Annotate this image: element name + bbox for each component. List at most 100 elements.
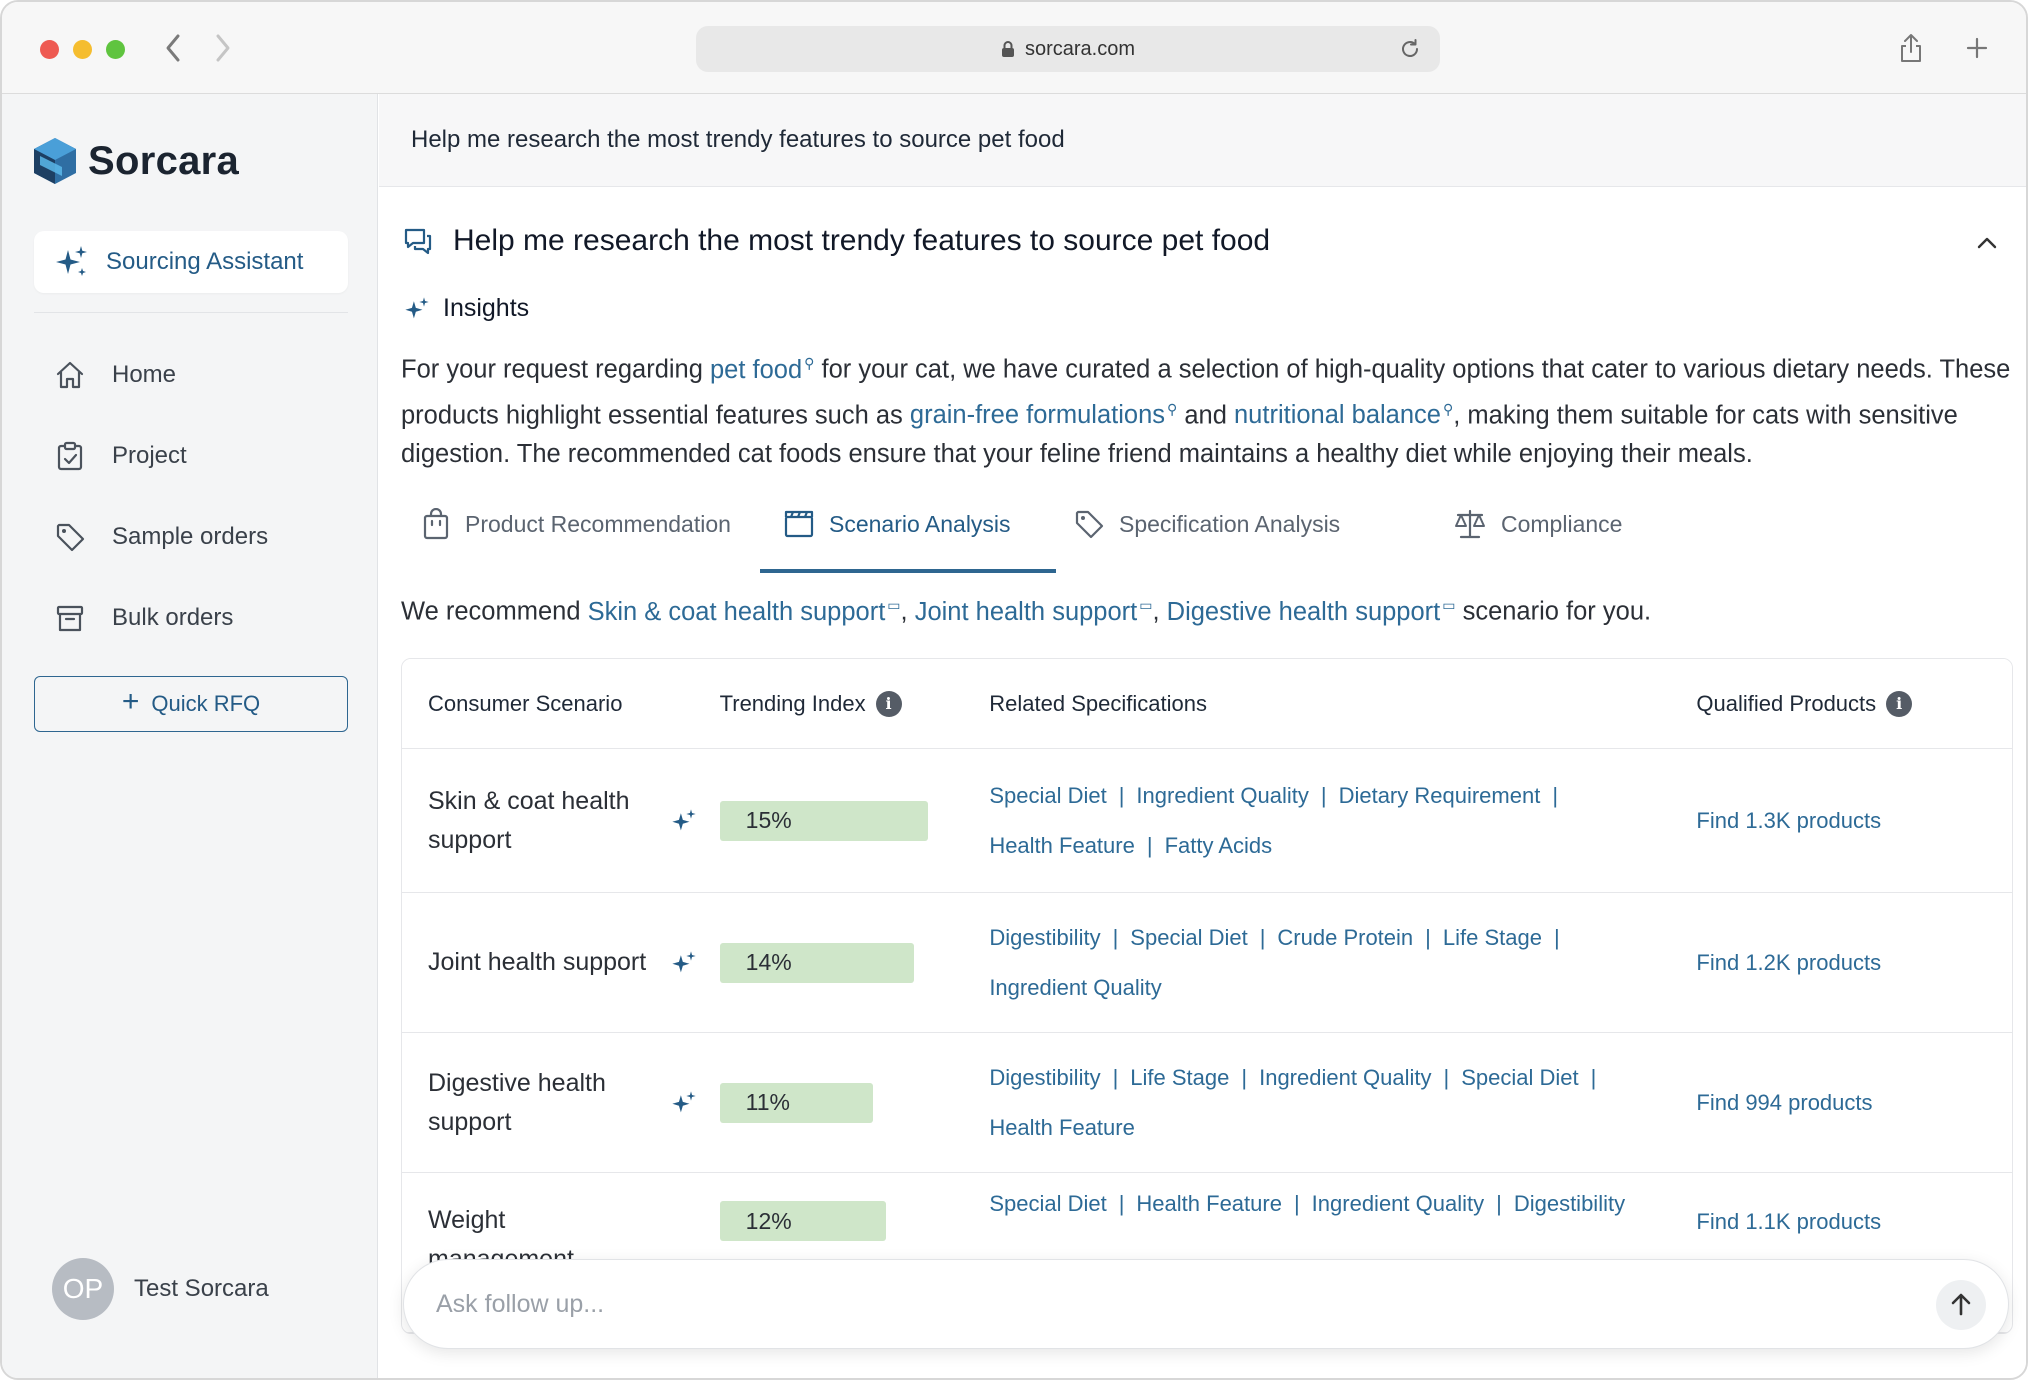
sidebar-item-bulk-orders[interactable]: Bulk orders [54, 577, 268, 658]
scenario-cell: Joint health support [402, 943, 720, 982]
send-button[interactable] [1936, 1280, 1986, 1330]
specifications-cell: Special Diet | Ingredient Quality | Dietary … [989, 771, 1696, 871]
scenario-link-digestive[interactable]: Digestive health support ▭ [1166, 597, 1456, 626]
find-products-link[interactable]: Find 1.3K products [1696, 808, 1881, 834]
table-row: Joint health support 14% Digestibility | Spe… [402, 893, 2012, 1033]
insight-paragraph: For your request regarding pet food ⚲ for… [401, 344, 2011, 474]
trending-cell: 11% [719, 1082, 990, 1123]
spec-link[interactable]: Health Feature [989, 833, 1135, 858]
sidebar-item-project[interactable]: Project [54, 415, 268, 496]
sidebar-item-label: Bulk orders [112, 603, 234, 631]
quick-rfq-button[interactable]: + Quick RFQ [34, 676, 348, 732]
spec-link[interactable]: Health Feature [1136, 1191, 1282, 1216]
calendar-small-icon: ▭ [1442, 597, 1456, 613]
address-bar[interactable]: sorcara.com [696, 26, 1440, 72]
insights-heading: Insights [403, 294, 529, 323]
keyword-link-pet-food[interactable]: pet food ⚲ [710, 355, 814, 384]
forward-icon[interactable] [212, 30, 234, 66]
back-icon[interactable] [162, 30, 184, 66]
insight-text-part: and [1177, 401, 1234, 429]
reload-icon[interactable] [1398, 37, 1422, 61]
tag-icon [1075, 510, 1104, 539]
info-icon[interactable]: i [875, 690, 902, 717]
header-consumer-scenario: Consumer Scenario [428, 690, 623, 716]
user-name: Test Sorcara [134, 1275, 269, 1302]
spec-link[interactable]: Digestibility [989, 925, 1100, 950]
sidebar-item-home[interactable]: Home [54, 334, 268, 415]
find-products-link[interactable]: Find 1.2K products [1696, 950, 1881, 976]
spec-link[interactable]: Ingredient Quality [1259, 1065, 1431, 1090]
spec-link[interactable]: Digestibility [989, 1065, 1100, 1090]
qualified-products-cell: Find 1.3K products [1696, 808, 2012, 834]
result-card-header: Help me research the most trendy feature… [403, 224, 1270, 258]
specifications-cell: Digestibility | Life Stage | Ingredient Qual… [989, 1053, 1696, 1153]
url-text: sorcara.com [1024, 37, 1136, 60]
arrow-up-icon [1951, 1293, 1971, 1316]
query-header: Help me research the most trendy feature… [379, 94, 2026, 187]
minimize-window-button[interactable] [73, 40, 92, 59]
spec-link[interactable]: Life Stage [1443, 925, 1542, 950]
spec-link[interactable]: Ingredient Quality [1312, 1191, 1484, 1216]
spec-link[interactable]: Life Stage [1130, 1065, 1229, 1090]
tab-product-recommendation[interactable]: Product Recommendation [421, 482, 731, 566]
trending-index-bar: 11% [719, 1082, 873, 1123]
keyword-link-nutritional-balance[interactable]: nutritional balance ⚲ [1234, 401, 1453, 430]
spec-line: Digestibility | Life Stage | Ingredient Qual… [989, 1053, 1696, 1103]
tab-scenario-analysis[interactable]: Scenario Analysis [783, 482, 1011, 566]
history-nav [162, 30, 234, 66]
maximize-window-button[interactable] [106, 40, 125, 59]
spec-link[interactable]: Crude Protein [1277, 925, 1413, 950]
spec-link[interactable]: Health Feature [989, 1115, 1135, 1140]
spec-separator: | [1241, 1064, 1248, 1090]
spec-link[interactable]: Special Diet [989, 1191, 1106, 1216]
scenario-link-joint[interactable]: Joint health support ▭ [915, 597, 1153, 626]
clipboard-check-icon [57, 441, 83, 470]
tab-specification-analysis[interactable]: Specification Analysis [1073, 482, 1340, 566]
spec-link[interactable]: Digestibility [1514, 1191, 1625, 1216]
brand[interactable]: Sorcara [32, 136, 239, 186]
chevron-up-icon[interactable] [1974, 230, 2000, 256]
keyword-label: grain-free formulations [909, 401, 1166, 429]
close-window-button[interactable] [40, 40, 59, 59]
keyword-link-grain-free[interactable]: grain-free formulations ⚲ [909, 400, 1178, 430]
new-tab-icon[interactable] [1964, 32, 1990, 64]
spec-separator: | [1146, 832, 1153, 858]
sidebar-item-sample-orders[interactable]: Sample orders [54, 496, 268, 577]
header-label: Trending Index [719, 690, 866, 716]
tab-compliance[interactable]: Compliance [1453, 482, 1622, 566]
scenario-link-skin-coat[interactable]: Skin & coat health support ▭ [588, 597, 901, 626]
keyword-label: nutritional balance [1234, 401, 1441, 429]
spec-separator: | [1118, 782, 1125, 808]
spec-link[interactable]: Special Diet [1130, 925, 1247, 950]
main-content: Help me research the most trendy feature… [379, 94, 2026, 1378]
chat-bubbles-icon [404, 228, 432, 255]
search-small-icon: ⚲ [1167, 400, 1178, 417]
active-tab-indicator [760, 569, 1056, 573]
tab-label: Product Recommendation [465, 510, 731, 537]
scenario-recommendation: We recommend Skin & coat health support ▭… [401, 597, 1652, 626]
find-products-link[interactable]: Find 1.1K products [1696, 1209, 1881, 1235]
insight-text-part: For your request regarding [401, 355, 710, 384]
home-icon [56, 361, 84, 388]
scenario-link-label: Digestive health support [1166, 597, 1441, 626]
share-icon[interactable] [1898, 32, 1924, 64]
spec-link[interactable]: Fatty Acids [1165, 833, 1273, 858]
follow-up-input[interactable] [436, 1289, 1836, 1319]
scenario-name: Skin & coat health support [428, 786, 630, 854]
find-products-link[interactable]: Find 994 products [1696, 1090, 1872, 1116]
spec-link[interactable]: Special Diet [989, 783, 1106, 808]
trending-index-bar: 14% [719, 942, 914, 983]
sparkle-icon [671, 808, 696, 830]
spec-link[interactable]: Ingredient Quality [1136, 783, 1308, 808]
user-profile[interactable]: OP Test Sorcara [52, 1258, 269, 1320]
sidebar-divider [34, 312, 348, 313]
spec-link[interactable]: Ingredient Quality [989, 975, 1161, 1000]
spec-link[interactable]: Special Diet [1461, 1065, 1578, 1090]
spec-separator: | [1552, 782, 1559, 808]
spec-link[interactable]: Dietary Requirement [1339, 783, 1541, 808]
recommend-text: scenario for you. [1455, 597, 1652, 626]
sidebar: Sorcara Sourcing Assistant Home Project [2, 94, 378, 1378]
info-icon[interactable]: i [1886, 690, 1913, 717]
sourcing-assistant-button[interactable]: Sourcing Assistant [34, 231, 348, 293]
spec-separator: | [1112, 924, 1119, 950]
